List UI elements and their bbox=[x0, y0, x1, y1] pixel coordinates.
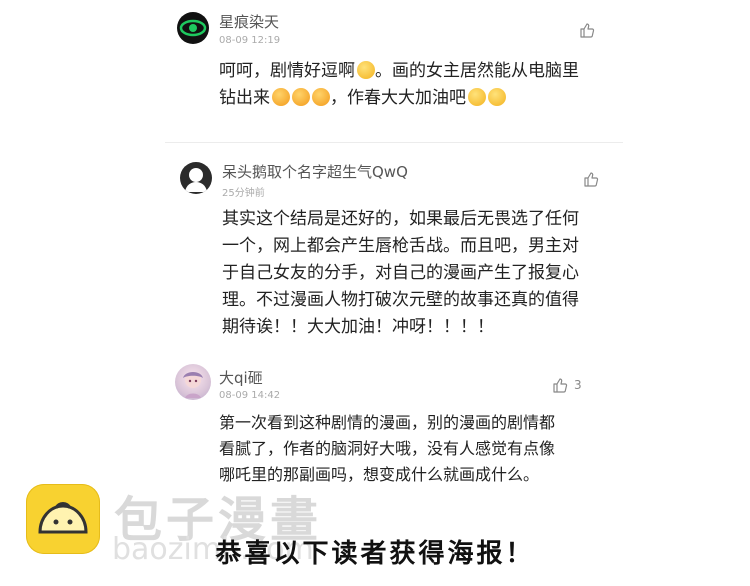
comment-text: 理。不过漫画人物打破次元壁的故事还真的值得 bbox=[222, 290, 579, 310]
comment-text: 期待诶！！大大加油！冲呀！！！！ bbox=[222, 317, 494, 337]
avatar[interactable] bbox=[177, 12, 209, 44]
comment-text: 一个，网上都会产生唇枪舌战。而且吧，男主对 bbox=[222, 236, 579, 256]
username[interactable]: 星痕染天 bbox=[219, 11, 279, 32]
comment-text: 。画的女主居然能从电脑里 bbox=[375, 61, 579, 81]
like-button[interactable] bbox=[583, 171, 599, 187]
announcement-banner: 恭喜以下读者获得海报！ bbox=[215, 539, 535, 569]
smirk-emoji-icon bbox=[468, 88, 486, 106]
like-button[interactable]: 3 bbox=[552, 377, 582, 393]
divider bbox=[165, 142, 623, 143]
comment-text: 于自己女友的分手，对自己的漫画产生了报复心 bbox=[222, 263, 579, 283]
like-count: 3 bbox=[574, 378, 582, 392]
comment-text: 其实这个结局是还好的，如果最后无畏选了任何 bbox=[222, 209, 579, 229]
smirk-emoji-icon bbox=[488, 88, 506, 106]
scream-cat-emoji-icon bbox=[292, 88, 310, 106]
thumbs-up-icon bbox=[553, 378, 568, 393]
username[interactable]: 大qi砸 bbox=[219, 367, 263, 388]
scream-cat-emoji-icon bbox=[312, 88, 330, 106]
comment-text: 第一次看到这种剧情的漫画，别的漫画的剧情都 bbox=[219, 413, 556, 432]
thumbs-up-icon bbox=[580, 23, 595, 38]
comment-body: 其实这个结局是还好的，如果最后无畏选了任何 一个，网上都会产生唇枪舌战。而且吧，… bbox=[222, 206, 622, 341]
comment-text: 呵呵，剧情好逗啊 bbox=[219, 61, 355, 81]
scream-cat-emoji-icon bbox=[272, 88, 290, 106]
eye-logo-icon bbox=[179, 19, 207, 37]
astonished-emoji-icon bbox=[357, 61, 375, 79]
avatar[interactable] bbox=[180, 162, 212, 194]
avatar[interactable] bbox=[175, 364, 211, 400]
thumbs-up-icon bbox=[584, 172, 599, 187]
timestamp: 08-09 12:19 bbox=[219, 35, 281, 46]
timestamp: 08-09 14:42 bbox=[219, 390, 281, 401]
default-user-icon bbox=[185, 168, 207, 192]
comment-text: ，作春大大加油吧 bbox=[330, 88, 466, 108]
comment-body: 第一次看到这种剧情的漫画，别的漫画的剧情都 看腻了，作者的脑洞好大哦，没有人感觉… bbox=[219, 410, 619, 488]
anime-avatar-icon bbox=[183, 372, 203, 398]
timestamp: 25分钟前 bbox=[222, 188, 265, 199]
comment-text: 看腻了，作者的脑洞好大哦，没有人感觉有点像 bbox=[219, 439, 556, 458]
comment-text: 钻出来 bbox=[219, 88, 270, 108]
comment-body: 呵呵，剧情好逗啊 。画的女主居然能从电脑里 钻出来 ，作春大大加油吧 bbox=[219, 58, 619, 112]
like-button[interactable] bbox=[579, 22, 595, 38]
username[interactable]: 呆头鹅取个名字超生气QwQ bbox=[222, 161, 408, 182]
